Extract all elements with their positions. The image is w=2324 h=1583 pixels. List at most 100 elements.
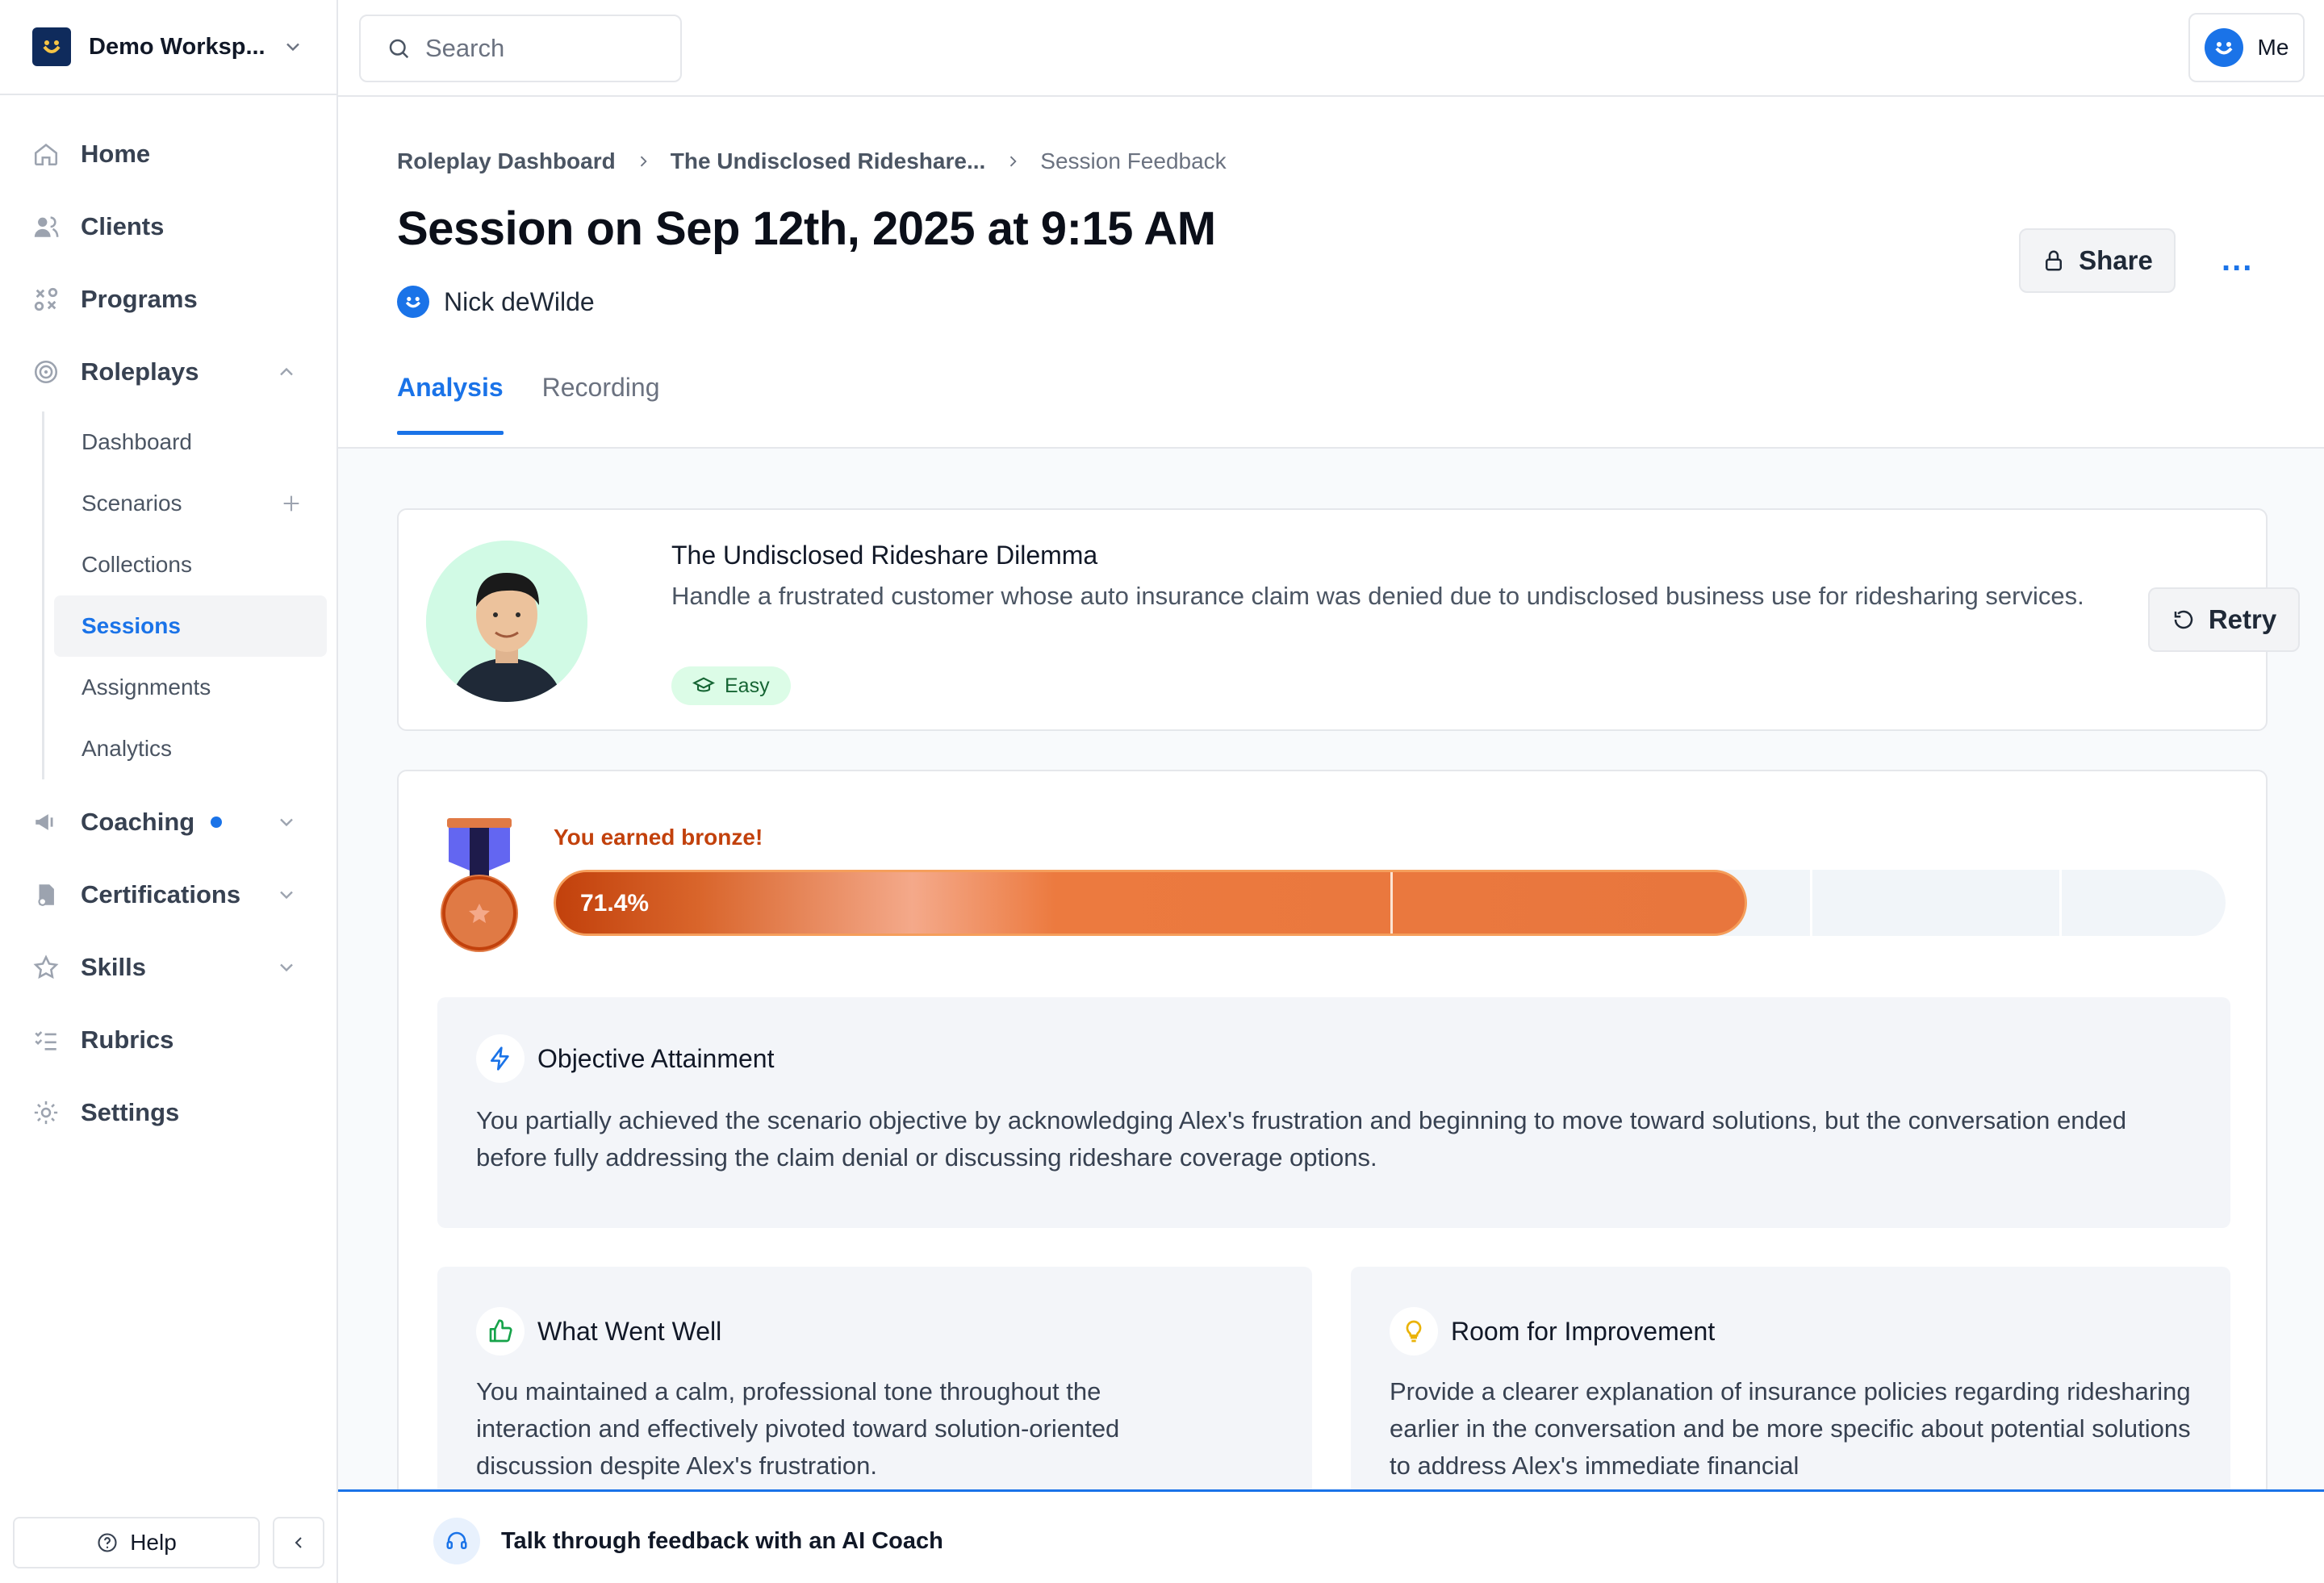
chevron-right-icon: [1010, 156, 1017, 167]
user-menu-button[interactable]: Me: [2188, 13, 2305, 82]
roleplays-subnav: Dashboard Scenarios Collections Sessions…: [42, 411, 336, 779]
lightning-icon: [476, 1034, 525, 1083]
retry-button[interactable]: Retry: [2148, 587, 2300, 652]
ai-coach-bar[interactable]: Talk through feedback with an AI Coach: [338, 1489, 2324, 1583]
search-placeholder: Search: [425, 34, 505, 62]
collapse-sidebar-button[interactable]: [273, 1517, 324, 1568]
analysis-content: The Undisclosed Rideshare Dilemma Handle…: [338, 449, 2324, 1583]
score-percent: 71.4%: [580, 890, 650, 917]
main-nav: Home Clients Programs Roleplays Dashboar…: [0, 95, 336, 1149]
subnav-label: Sessions: [82, 613, 181, 638]
sidebar-item-programs[interactable]: Programs: [0, 263, 336, 336]
chevron-down-icon[interactable]: [275, 956, 298, 979]
objective-body: You partially achieved the scenario obje…: [476, 1106, 2127, 1172]
sidebar-item-label: Skills: [81, 953, 146, 981]
user-menu-label: Me: [2257, 35, 2289, 60]
home-icon: [34, 144, 58, 166]
workspace-name: Demo Worksp...: [89, 33, 265, 60]
avatar: [2204, 28, 2243, 67]
chevron-up-icon[interactable]: [275, 361, 298, 383]
subnav-label: Assignments: [82, 675, 211, 700]
sidebar-item-settings[interactable]: Settings: [0, 1076, 336, 1149]
tab-analysis[interactable]: Analysis: [397, 373, 504, 435]
subnav-item-sessions[interactable]: Sessions: [54, 595, 327, 657]
breadcrumb: Roleplay Dashboard The Undisclosed Rides…: [397, 148, 1227, 174]
subnav-item-analytics[interactable]: Analytics: [54, 718, 327, 779]
certificate-icon: [38, 884, 54, 906]
breadcrumb-item[interactable]: The Undisclosed Rideshare...: [671, 148, 986, 174]
chevron-down-icon[interactable]: [275, 883, 298, 906]
improvement-title: Room for Improvement: [1451, 1317, 1716, 1346]
tab-bar: Analysis Recording: [397, 373, 698, 435]
sidebar-item-label: Rubrics: [81, 1025, 174, 1054]
sidebar-item-home[interactable]: Home: [0, 118, 336, 190]
objective-title: Objective Attainment: [537, 1044, 775, 1073]
page-title: Session on Sep 12th, 2025 at 9:15 AM: [397, 203, 1216, 255]
feedback-card: You earned bronze! 71.4% Objective Attai…: [397, 770, 2268, 1583]
subnav-item-scenarios[interactable]: Scenarios: [54, 473, 327, 534]
subnav-item-assignments[interactable]: Assignments: [54, 657, 327, 718]
subnav-label: Analytics: [82, 736, 173, 761]
sidebar: Demo Worksp... Home Clients Programs Rol…: [0, 0, 338, 1583]
sidebar-item-label: Coaching: [81, 808, 195, 836]
more-options-button[interactable]: ...: [2222, 242, 2253, 278]
sidebar-item-rubrics[interactable]: Rubrics: [0, 1004, 336, 1076]
scenario-description: Handle a frustrated customer whose auto …: [671, 582, 2084, 610]
headset-icon: [433, 1518, 480, 1564]
sidebar-item-roleplays[interactable]: Roleplays: [0, 336, 336, 408]
avatar: [397, 286, 429, 318]
subnav-item-collections[interactable]: Collections: [54, 534, 327, 595]
retry-icon: [2174, 610, 2193, 629]
sidebar-item-label: Roleplays: [81, 357, 199, 386]
score-progress-fill: 71.4%: [554, 870, 1747, 936]
ai-coach-label: Talk through feedback with an AI Coach: [501, 1527, 943, 1554]
threshold-tick-gold: [2059, 870, 2062, 936]
user-name: Nick deWilde: [444, 286, 595, 316]
sidebar-item-label: Settings: [81, 1098, 180, 1126]
chevron-down-icon[interactable]: [275, 811, 298, 833]
chevron-down-icon: [286, 43, 299, 52]
gear-icon: [34, 1101, 58, 1125]
sidebar-item-certifications[interactable]: Certifications: [0, 858, 336, 931]
difficulty-label: Easy: [725, 674, 770, 697]
sidebar-item-coaching[interactable]: Coaching: [0, 786, 336, 858]
search-input[interactable]: Search: [359, 15, 682, 82]
bronze-threshold-marker: [1390, 872, 1393, 934]
chevron-left-icon: [295, 1537, 302, 1548]
help-label: Help: [130, 1530, 177, 1555]
checklist-icon: [35, 1031, 56, 1050]
ai-coach-prompt[interactable]: Talk through feedback with an AI Coach: [433, 1518, 943, 1564]
breadcrumb-item: Session Feedback: [1040, 148, 1227, 173]
help-button[interactable]: Help: [13, 1517, 260, 1568]
workspace-logo-icon: [32, 27, 71, 66]
breadcrumb-item[interactable]: Roleplay Dashboard: [397, 148, 616, 174]
plus-icon[interactable]: [280, 492, 303, 515]
sidebar-item-label: Clients: [81, 212, 165, 240]
megaphone-icon: [36, 814, 53, 830]
page-header: Roleplay Dashboard The Undisclosed Rides…: [338, 97, 2324, 449]
sidebar-item-label: Programs: [81, 285, 198, 313]
star-icon: [33, 954, 59, 979]
improvement-body: Provide a clearer explanation of insuran…: [1390, 1377, 2191, 1480]
scenario-card: The Undisclosed Rideshare Dilemma Handle…: [397, 508, 2300, 731]
sidebar-item-label: Home: [81, 140, 151, 168]
sidebar-item-label: Certifications: [81, 880, 241, 908]
top-bar: Search Me: [338, 0, 2324, 97]
clients-icon: [34, 216, 59, 237]
tab-recording[interactable]: Recording: [542, 373, 660, 433]
share-button[interactable]: Share: [2019, 228, 2176, 293]
share-label: Share: [2079, 245, 2153, 275]
programs-icon: [34, 287, 58, 311]
objective-attainment-panel: Objective Attainment You partially achie…: [437, 997, 2230, 1228]
workspace-switcher[interactable]: Demo Worksp...: [0, 0, 336, 95]
lightbulb-icon: [1390, 1307, 1438, 1355]
threshold-tick-silver: [1810, 870, 1812, 936]
search-icon: [389, 39, 409, 59]
subnav-item-dashboard[interactable]: Dashboard: [54, 411, 327, 473]
help-icon: [98, 1533, 117, 1552]
went-well-title: What Went Well: [537, 1317, 722, 1346]
scenario-title: The Undisclosed Rideshare Dilemma: [671, 541, 1098, 570]
sidebar-item-clients[interactable]: Clients: [0, 190, 336, 263]
lock-icon: [2046, 250, 2063, 271]
sidebar-item-skills[interactable]: Skills: [0, 931, 336, 1004]
